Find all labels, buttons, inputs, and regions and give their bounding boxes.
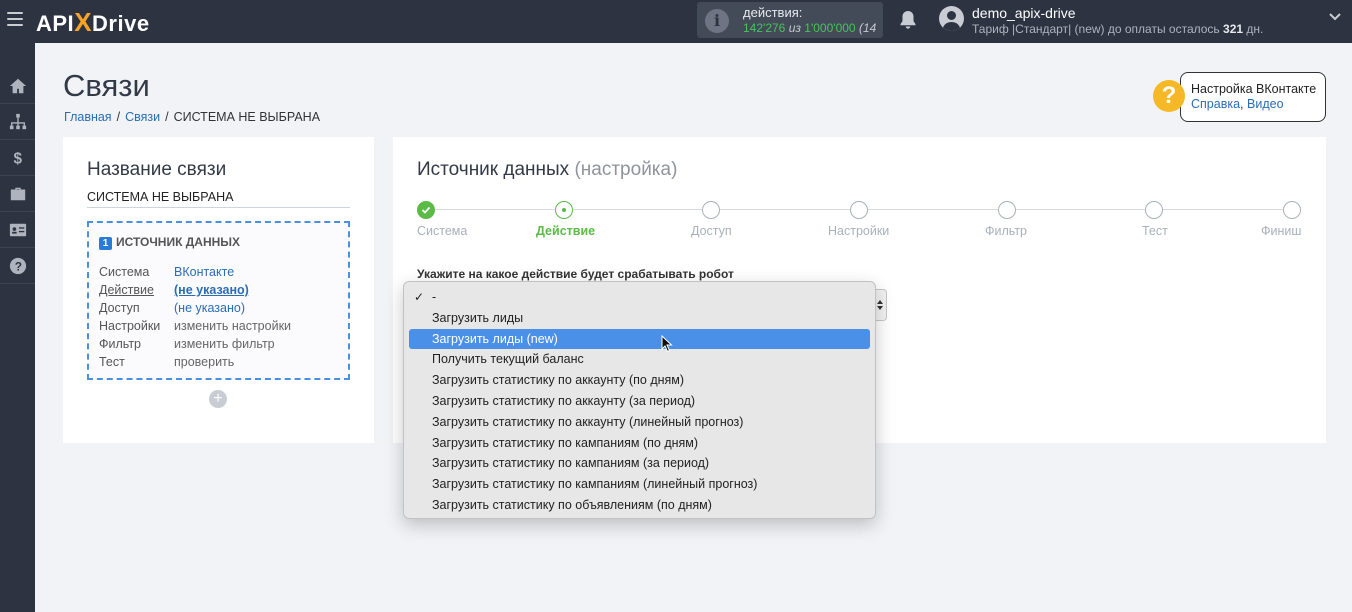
top-bar: APIXDrive i действия: 142'276 из 1'000'0…	[0, 0, 1352, 43]
breadcrumb-home[interactable]: Главная	[64, 110, 112, 124]
help-links: Справка, Видео	[1191, 97, 1284, 111]
step-dot-settings[interactable]	[850, 201, 868, 219]
dropdown-option[interactable]: Загрузить статистику по аккаунту (за пер…	[409, 391, 870, 412]
step-label-access[interactable]: Доступ	[691, 224, 732, 238]
step-dot-finish[interactable]	[1283, 201, 1301, 219]
step-dot-filter[interactable]	[998, 201, 1016, 219]
help-circle-icon[interactable]: ?	[0, 248, 35, 284]
step-label-test[interactable]: Тест	[1142, 224, 1168, 238]
test-link[interactable]: проверить	[174, 355, 234, 369]
dollar-icon[interactable]: $	[0, 140, 35, 176]
sidebar: $ ?	[0, 43, 35, 612]
system-link[interactable]: ВКонтакте	[174, 265, 234, 279]
info-icon: i	[705, 9, 729, 33]
action-dropdown-list[interactable]: ✓ - Загрузить лиды Загрузить лиды (new) П…	[403, 281, 876, 519]
dropdown-option[interactable]: Загрузить статистику по кампаниям (за пе…	[409, 453, 870, 474]
plan-info: Тариф |Стандарт| (new) до оплаты осталос…	[972, 22, 1264, 36]
dropdown-option[interactable]: Загрузить лиды	[409, 308, 870, 329]
help-link-video[interactable]: Видео	[1247, 97, 1284, 111]
breadcrumb-current: СИСТЕМА НЕ ВЫБРАНА	[173, 110, 321, 124]
id-card-icon[interactable]	[0, 212, 35, 248]
bell-icon[interactable]	[899, 10, 917, 30]
connection-card: Название связи СИСТЕМА НЕ ВЫБРАНА 1 ИСТОЧ…	[63, 137, 374, 443]
actions-label: действия:	[743, 5, 803, 20]
step-label-system[interactable]: Система	[417, 224, 467, 238]
sitemap-icon[interactable]	[0, 104, 35, 140]
step-dot-test[interactable]	[1145, 201, 1163, 219]
dropdown-option[interactable]: Загрузить статистику по аккаунту (по дня…	[409, 370, 870, 391]
step-label-filter[interactable]: Фильтр	[985, 224, 1027, 238]
home-icon[interactable]	[0, 68, 35, 104]
help-box: Настройка ВКонтакте Справка, Видео	[1180, 72, 1326, 122]
dropdown-option-highlighted[interactable]: Загрузить лиды (new)	[409, 328, 870, 350]
settings-link[interactable]: изменить настройки	[174, 319, 291, 333]
source-row-settings: Настройки изменить настройки	[99, 319, 292, 333]
source-row-access: Доступ (не указано)	[99, 301, 245, 315]
action-select[interactable]	[875, 289, 887, 321]
dropdown-option[interactable]: Загрузить статистику по кампаниям (по дн…	[409, 433, 870, 454]
dropdown-option[interactable]: Загрузить статистику по аккаунту (линейн…	[409, 412, 870, 433]
source-row-test: Тест проверить	[99, 355, 235, 369]
step-label-finish[interactable]: Финиш	[1261, 224, 1301, 238]
filter-link[interactable]: изменить фильтр	[174, 337, 275, 351]
dropdown-option[interactable]: Загрузить статистику по кампаниям (линей…	[409, 474, 870, 495]
breadcrumb: Главная / Связи / СИСТЕМА НЕ ВЫБРАНА	[64, 110, 321, 124]
connection-heading: Название связи	[87, 159, 227, 180]
action-prompt: Укажите на какое действие будет срабатыв…	[417, 267, 734, 281]
source-row-action: Действие (не указано)	[99, 283, 249, 297]
breadcrumb-connections[interactable]: Связи	[125, 110, 160, 124]
help-link-docs[interactable]: Справка	[1191, 97, 1240, 111]
source-header: 1 ИСТОЧНИК ДАННЫХ	[99, 235, 240, 250]
step-label-action[interactable]: Действие	[536, 224, 595, 238]
briefcase-icon[interactable]	[0, 176, 35, 212]
source-row-system: Система ВКонтакте	[99, 265, 235, 279]
svg-text:$: $	[13, 150, 22, 167]
question-icon[interactable]: ?	[1153, 80, 1185, 112]
step-label-settings[interactable]: Настройки	[828, 224, 889, 238]
step-dot-access[interactable]	[702, 201, 720, 219]
actions-counter[interactable]: i действия: 142'276 из 1'000'000 (14	[697, 2, 883, 38]
source-settings-heading: Источник данных (настройка)	[417, 159, 678, 180]
logo[interactable]: APIXDrive	[36, 7, 150, 38]
step-dot-action[interactable]	[555, 201, 573, 219]
help-title: Настройка ВКонтакте	[1191, 82, 1317, 96]
source-row-filter: Фильтр изменить фильтр	[99, 337, 275, 351]
dropdown-option[interactable]: Загрузить статистику по объявлениям (по …	[409, 495, 870, 516]
user-name[interactable]: demo_apix-drive	[972, 5, 1076, 21]
dropdown-option[interactable]: Получить текущий баланс	[409, 349, 870, 370]
data-source-block[interactable]: 1 ИСТОЧНИК ДАННЫХ Система ВКонтакте Действ…	[87, 221, 350, 380]
chevron-down-icon[interactable]	[1328, 12, 1342, 22]
step-dot-system[interactable]	[417, 201, 435, 219]
actions-value: 142'276 из 1'000'000 (14	[743, 21, 877, 35]
menu-icon[interactable]	[7, 12, 23, 28]
svg-text:?: ?	[14, 260, 21, 273]
add-block-button[interactable]: +	[209, 390, 227, 408]
access-link[interactable]: (не указано)	[174, 301, 245, 315]
dropdown-option[interactable]: ✓ -	[409, 287, 870, 308]
avatar[interactable]	[939, 6, 964, 31]
action-link[interactable]: (не указано)	[174, 283, 249, 297]
check-icon: ✓	[414, 290, 425, 304]
connection-name-field[interactable]: СИСТЕМА НЕ ВЫБРАНА	[87, 190, 350, 208]
page-title: Связи	[63, 68, 150, 103]
check-icon	[421, 206, 431, 214]
mouse-cursor-icon	[661, 335, 673, 353]
